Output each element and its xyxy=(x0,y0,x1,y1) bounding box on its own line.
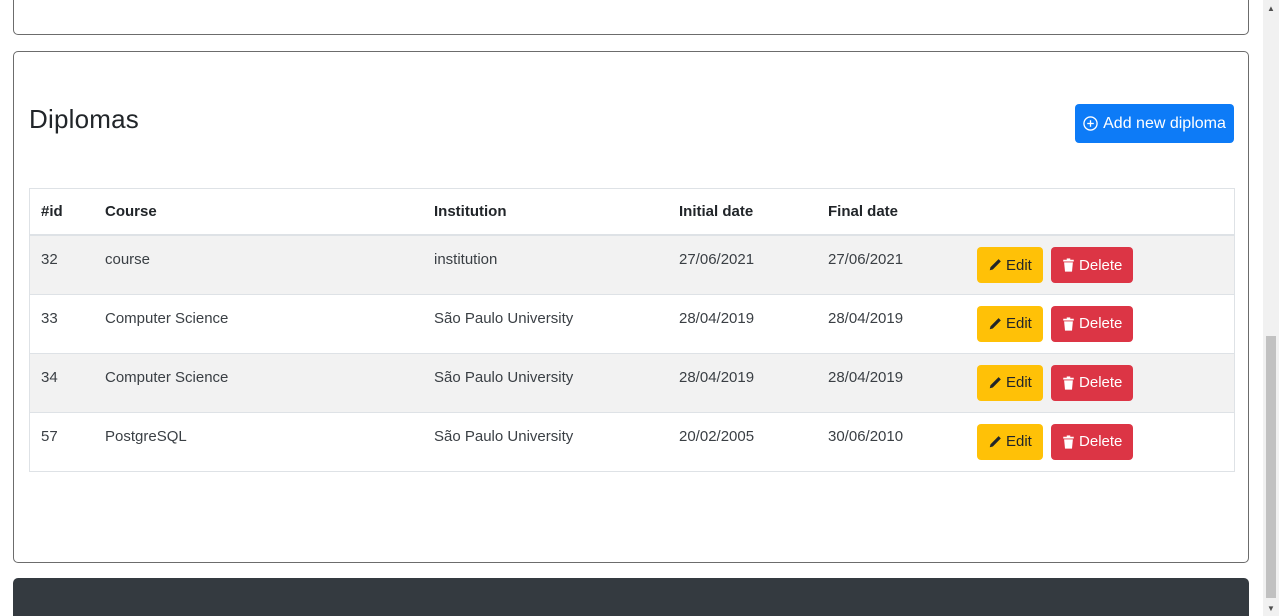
cell-institution: São Paulo University xyxy=(423,411,668,471)
page-scrollbar[interactable]: ▲ ▼ xyxy=(1263,0,1279,616)
pencil-icon xyxy=(988,258,1002,272)
cell-institution: São Paulo University xyxy=(423,293,668,353)
table-row: 33 Computer Science São Paulo University… xyxy=(30,293,1234,353)
cell-course: course xyxy=(94,234,423,294)
cell-course: PostgreSQL xyxy=(94,411,423,471)
cell-actions: Edit Delete xyxy=(966,293,1234,353)
cell-initial-date: 28/04/2019 xyxy=(668,352,817,412)
delete-button[interactable]: Delete xyxy=(1051,247,1134,283)
table-row: 32 course institution 27/06/2021 27/06/2… xyxy=(30,234,1234,294)
scrollbar-thumb[interactable] xyxy=(1266,336,1276,598)
cell-final-date: 28/04/2019 xyxy=(817,293,966,353)
footer xyxy=(13,578,1249,616)
trash-icon xyxy=(1062,258,1075,272)
pencil-icon xyxy=(988,435,1002,449)
cell-id: 57 xyxy=(30,411,94,471)
scroll-up-arrow-icon[interactable]: ▲ xyxy=(1263,0,1279,16)
delete-button[interactable]: Delete xyxy=(1051,305,1134,342)
previous-card xyxy=(13,0,1249,35)
delete-button[interactable]: Delete xyxy=(1051,423,1134,460)
cell-id: 33 xyxy=(30,293,94,353)
header-initial-date: Initial date xyxy=(668,189,817,236)
diplomas-table-container: #id Course Institution Initial date Fina… xyxy=(29,188,1235,472)
edit-button[interactable]: Edit xyxy=(977,364,1043,401)
edit-button[interactable]: Edit xyxy=(977,305,1043,342)
table-header-row: #id Course Institution Initial date Fina… xyxy=(30,189,1234,236)
edit-button[interactable]: Edit xyxy=(977,423,1043,460)
cell-course: Computer Science xyxy=(94,293,423,353)
header-institution: Institution xyxy=(423,189,668,236)
delete-label: Delete xyxy=(1079,315,1123,332)
cell-initial-date: 20/02/2005 xyxy=(668,411,817,471)
header-course: Course xyxy=(94,189,423,236)
delete-label: Delete xyxy=(1079,256,1123,274)
delete-label: Delete xyxy=(1079,433,1123,450)
trash-icon xyxy=(1062,375,1075,390)
cell-initial-date: 27/06/2021 xyxy=(668,234,817,294)
cell-initial-date: 28/04/2019 xyxy=(668,293,817,353)
pencil-icon xyxy=(988,317,1002,331)
edit-label: Edit xyxy=(1006,374,1032,391)
trash-icon xyxy=(1062,434,1075,449)
header-id: #id xyxy=(30,189,94,236)
cell-actions: Edit Delete xyxy=(966,234,1234,294)
edit-label: Edit xyxy=(1006,256,1032,274)
delete-label: Delete xyxy=(1079,374,1123,391)
table-row: 57 PostgreSQL São Paulo University 20/02… xyxy=(30,411,1234,471)
header-actions xyxy=(966,189,1234,236)
cell-institution: institution xyxy=(423,234,668,294)
page: Diplomas Add new diploma #id Course Inst… xyxy=(0,0,1279,616)
cell-id: 34 xyxy=(30,352,94,412)
cell-actions: Edit Delete xyxy=(966,352,1234,412)
diplomas-card: Diplomas Add new diploma #id Course Inst… xyxy=(13,51,1249,563)
pencil-icon xyxy=(988,376,1002,390)
edit-label: Edit xyxy=(1006,315,1032,332)
delete-button[interactable]: Delete xyxy=(1051,364,1134,401)
plus-circle-icon xyxy=(1083,116,1098,131)
edit-button[interactable]: Edit xyxy=(977,247,1043,283)
edit-label: Edit xyxy=(1006,433,1032,450)
scroll-down-arrow-icon[interactable]: ▼ xyxy=(1263,600,1279,616)
cell-course: Computer Science xyxy=(94,352,423,412)
cell-final-date: 27/06/2021 xyxy=(817,234,966,294)
page-title: Diplomas xyxy=(29,104,139,134)
cell-institution: São Paulo University xyxy=(423,352,668,412)
cell-final-date: 28/04/2019 xyxy=(817,352,966,412)
cell-id: 32 xyxy=(30,234,94,294)
diplomas-table: #id Course Institution Initial date Fina… xyxy=(30,189,1234,471)
table-row: 34 Computer Science São Paulo University… xyxy=(30,352,1234,412)
cell-final-date: 30/06/2010 xyxy=(817,411,966,471)
header-final-date: Final date xyxy=(817,189,966,236)
trash-icon xyxy=(1062,316,1075,331)
add-diploma-label: Add new diploma xyxy=(1103,114,1226,132)
cell-actions: Edit Delete xyxy=(966,411,1234,471)
add-diploma-button[interactable]: Add new diploma xyxy=(1075,104,1234,143)
